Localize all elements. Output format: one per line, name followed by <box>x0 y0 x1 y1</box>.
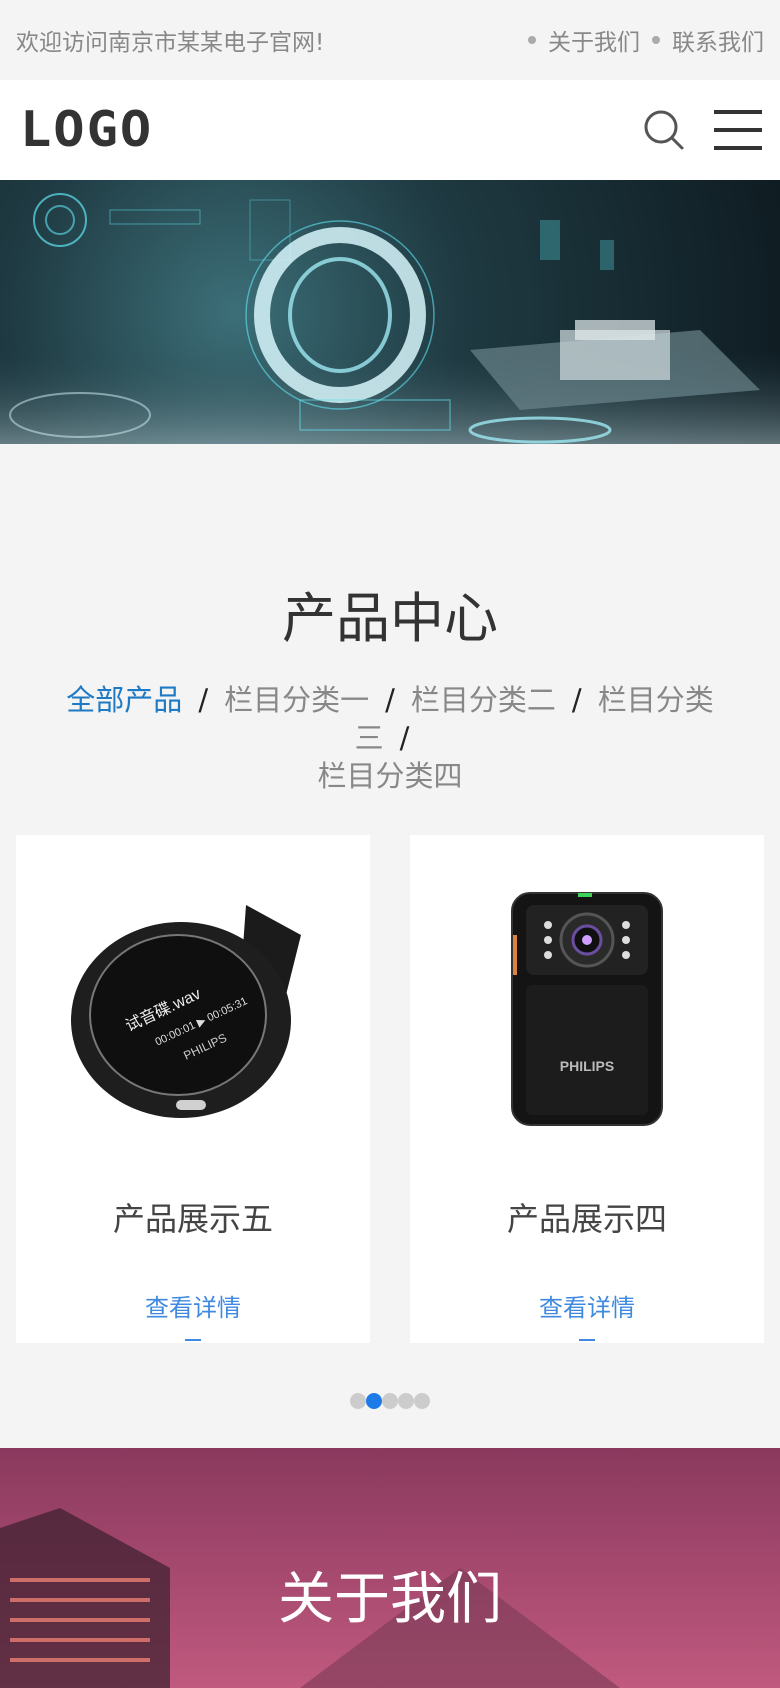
top-links: 关于我们 联系我们 <box>524 23 764 57</box>
view-details-link[interactable]: 查看详情 <box>539 1288 635 1323</box>
search-icon[interactable] <box>642 108 686 152</box>
pagination-dot[interactable] <box>350 1393 366 1409</box>
pagination-dot[interactable] <box>398 1393 414 1409</box>
about-section: 关于我们 <box>0 1448 780 1688</box>
contact-us-link[interactable]: 联系我们 <box>672 23 764 57</box>
pagination-dot[interactable] <box>382 1393 398 1409</box>
about-title: 关于我们 <box>278 1567 502 1632</box>
product-list: 试音碟.wav 00:00:01 ▶ 00:05:31 PHILIPS 产品展示… <box>0 835 780 1343</box>
product-title[interactable]: 产品展示五 <box>113 1194 273 1240</box>
top-bar: 欢迎访问南京市某某电子官网! 关于我们 联系我们 <box>0 0 780 80</box>
welcome-text: 欢迎访问南京市某某电子官网! <box>16 30 325 56</box>
product-title[interactable]: 产品展示四 <box>507 1194 667 1240</box>
bullet-icon <box>652 36 660 44</box>
bullet-icon <box>528 36 536 44</box>
menu-icon[interactable] <box>712 106 764 154</box>
category-1[interactable]: 栏目分类一 <box>224 683 369 717</box>
carousel-pagination <box>0 1393 780 1409</box>
pagination-dot-active[interactable] <box>366 1393 382 1409</box>
section-title: 产品中心 <box>282 587 498 650</box>
separator: / <box>399 721 410 755</box>
product-image[interactable]: 试音碟.wav 00:00:01 ▶ 00:05:31 PHILIPS <box>16 835 370 1180</box>
site-header: LOGO <box>0 80 780 180</box>
category-4[interactable]: 栏目分类四 <box>317 759 462 793</box>
separator: / <box>571 683 582 717</box>
banner-image <box>0 193 780 444</box>
product-center: 产品中心 全部产品 / 栏目分类一 / 栏目分类二 / 栏目分类三 / 栏目分类四 试音碟.wa… <box>0 444 780 1409</box>
separator: / <box>198 683 209 717</box>
link-underline <box>185 1339 201 1341</box>
device-brand-text: PHILIPS <box>560 1058 614 1074</box>
product-card[interactable]: 试音碟.wav 00:00:01 ▶ 00:05:31 PHILIPS 产品展示… <box>16 835 370 1343</box>
separator: / <box>385 683 395 717</box>
hero-banner <box>0 180 780 444</box>
pagination-dot[interactable] <box>414 1393 430 1409</box>
category-2[interactable]: 栏目分类二 <box>411 683 556 717</box>
view-details-link[interactable]: 查看详情 <box>145 1288 241 1323</box>
about-us-link[interactable]: 关于我们 <box>548 23 640 57</box>
header-actions <box>642 106 764 154</box>
category-all[interactable]: 全部产品 <box>66 683 182 717</box>
category-filter: 全部产品 / 栏目分类一 / 栏目分类二 / 栏目分类三 / 栏目分类四 <box>40 681 740 795</box>
logo[interactable]: LOGO <box>20 102 153 159</box>
link-underline <box>579 1339 595 1341</box>
product-card[interactable]: PHILIPS 产品展示四 查看详情 <box>410 835 764 1343</box>
product-image[interactable]: PHILIPS <box>410 835 764 1180</box>
